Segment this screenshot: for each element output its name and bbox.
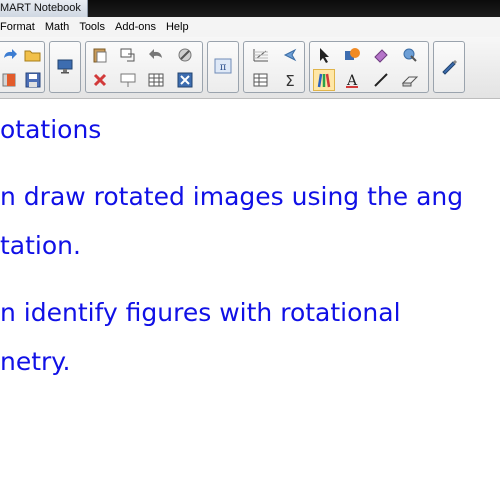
page-title: otations bbox=[0, 115, 102, 144]
toolbar-group-math: π bbox=[207, 41, 239, 93]
shape-arrow-icon[interactable] bbox=[279, 44, 301, 66]
table-icon[interactable] bbox=[145, 69, 167, 91]
menu-math[interactable]: Math bbox=[45, 21, 69, 33]
svg-text:Σ: Σ bbox=[285, 72, 294, 89]
select-arrow-icon[interactable] bbox=[313, 44, 335, 66]
text-icon[interactable]: A bbox=[341, 69, 363, 91]
gallery-icon[interactable] bbox=[174, 44, 196, 66]
page-line-objective-2-cont: netry. bbox=[0, 347, 71, 376]
toolbar-group-edit bbox=[85, 41, 203, 93]
screen-icon[interactable] bbox=[117, 69, 139, 91]
toolbar-group-pen bbox=[433, 41, 465, 93]
undo-icon[interactable] bbox=[117, 44, 139, 66]
delete-icon[interactable] bbox=[89, 69, 111, 91]
shape-eraser-icon[interactable] bbox=[399, 69, 421, 91]
window-title: MART Notebook bbox=[0, 0, 88, 17]
menu-bar: Format Math Tools Add-ons Help bbox=[0, 17, 500, 37]
screen-shade-icon[interactable] bbox=[0, 69, 21, 91]
save-icon[interactable] bbox=[22, 69, 44, 91]
menu-add-ons[interactable]: Add-ons bbox=[115, 21, 156, 33]
page-line-objective-1-cont: tation. bbox=[0, 231, 81, 260]
math-pi-icon[interactable]: π bbox=[212, 55, 234, 77]
eraser-icon[interactable] bbox=[370, 44, 392, 66]
menu-help[interactable]: Help bbox=[166, 21, 189, 33]
undo-arrow-icon[interactable] bbox=[145, 44, 167, 66]
paste-icon[interactable] bbox=[89, 44, 111, 66]
pens-icon[interactable] bbox=[313, 69, 335, 91]
page-line-objective-2: n identify figures with rotational bbox=[0, 298, 401, 327]
toolbar: π Σ A bbox=[0, 37, 500, 99]
page-line-objective-1: n draw rotated images using the ang bbox=[0, 182, 464, 211]
magic-pen-icon[interactable] bbox=[399, 44, 421, 66]
notebook-page[interactable]: otations n draw rotated images using the… bbox=[0, 99, 500, 500]
menu-tools[interactable]: Tools bbox=[79, 21, 105, 33]
toolbar-group-tools: Σ bbox=[243, 41, 305, 93]
redo-icon[interactable] bbox=[0, 44, 21, 66]
sum-icon[interactable]: Σ bbox=[279, 69, 301, 91]
line-icon[interactable] bbox=[370, 69, 392, 91]
toolbar-group-display bbox=[49, 41, 81, 93]
clear-icon[interactable] bbox=[174, 69, 196, 91]
toolbar-group-file bbox=[0, 41, 45, 93]
table-calc-icon[interactable] bbox=[250, 69, 272, 91]
svg-text:π: π bbox=[220, 62, 227, 73]
grid-icon[interactable] bbox=[250, 44, 272, 66]
open-folder-icon[interactable] bbox=[22, 44, 44, 66]
pen-icon[interactable] bbox=[438, 55, 460, 77]
window-title-bar: MART Notebook bbox=[0, 0, 500, 17]
menu-format[interactable]: Format bbox=[0, 21, 35, 33]
display-icon[interactable] bbox=[54, 55, 76, 77]
fill-icon[interactable] bbox=[341, 44, 363, 66]
toolbar-group-draw: A bbox=[309, 41, 429, 93]
